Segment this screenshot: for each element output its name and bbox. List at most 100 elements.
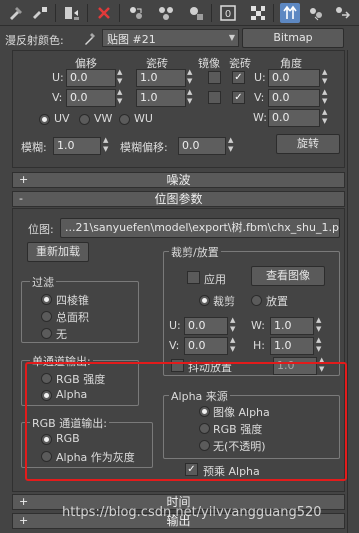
v-tile-checkbox[interactable]: ✓ bbox=[232, 91, 245, 104]
put-to-scene-icon[interactable] bbox=[30, 3, 50, 23]
crop-h-spinner[interactable] bbox=[316, 336, 325, 355]
filter-none-radio[interactable] bbox=[41, 328, 52, 339]
jitter-placement-checkbox[interactable] bbox=[171, 359, 184, 372]
alpha-image-label: 图像 Alpha bbox=[213, 406, 270, 419]
crop-h-field[interactable]: 1.0 bbox=[270, 337, 314, 355]
filter-none-label: 无 bbox=[56, 328, 67, 341]
u-angle-label: U: bbox=[254, 71, 266, 84]
rgb-output-title: RGB 通道输出: bbox=[30, 415, 109, 431]
crop-mode-radio[interactable] bbox=[199, 295, 210, 306]
jitter-placement-field[interactable]: 1.0 bbox=[273, 357, 317, 375]
noise-rollout-title: 噪波 bbox=[166, 173, 191, 187]
expand-icon: + bbox=[19, 173, 29, 186]
v-tiling-field[interactable]: 1.0 bbox=[136, 89, 186, 107]
alpha-image-radio[interactable] bbox=[199, 406, 210, 417]
u-mirror-checkbox[interactable] bbox=[208, 71, 221, 84]
v-offset-field[interactable]: 0.0 bbox=[66, 89, 116, 107]
crop-u-spinner[interactable] bbox=[230, 316, 239, 335]
map-name-value: 贴图 #21 bbox=[107, 33, 156, 46]
v-angle-label: V: bbox=[254, 91, 265, 104]
crop-w-spinner[interactable] bbox=[316, 316, 325, 335]
v-tiling-spinner[interactable] bbox=[187, 88, 196, 107]
noise-rollout-header[interactable]: + 噪波 bbox=[12, 172, 345, 188]
u-offset-field[interactable]: 0.0 bbox=[66, 69, 116, 87]
rgb-output-rgb-radio[interactable] bbox=[41, 434, 52, 445]
u-angle-spinner[interactable] bbox=[322, 68, 331, 87]
blur-offset-spinner[interactable] bbox=[228, 136, 237, 155]
v-mirror-checkbox[interactable] bbox=[208, 91, 221, 104]
mono-rgb-intensity-label: RGB 强度 bbox=[56, 373, 106, 386]
w-angle-field[interactable]: 0.0 bbox=[268, 109, 320, 127]
pick-material-icon[interactable] bbox=[6, 3, 26, 23]
panel-scrollbar[interactable] bbox=[347, 50, 359, 533]
alpha-none-opaque-radio[interactable] bbox=[199, 440, 210, 451]
v-offset-spinner[interactable] bbox=[117, 88, 126, 107]
watermark-text: https://blog.csdn.net/yilvyangguang520 bbox=[62, 505, 322, 520]
uv-radio[interactable] bbox=[39, 114, 50, 125]
rgb-output-alpha-gray-label: Alpha 作为灰度 bbox=[56, 451, 135, 464]
crop-v-spinner[interactable] bbox=[230, 336, 239, 355]
place-mode-radio[interactable] bbox=[251, 295, 262, 306]
assign-material-icon[interactable] bbox=[62, 3, 82, 23]
blur-offset-field[interactable]: 0.0 bbox=[178, 137, 226, 155]
v-angle-spinner[interactable] bbox=[322, 88, 331, 107]
blur-spinner[interactable] bbox=[103, 136, 112, 155]
eyedropper-icon[interactable] bbox=[83, 30, 97, 46]
mono-alpha-label: Alpha bbox=[56, 388, 88, 401]
mirror-header: 镜像 bbox=[198, 57, 220, 70]
tile-header: 瓷砖 bbox=[229, 57, 251, 70]
alpha-rgb-intensity-label: RGB 强度 bbox=[213, 423, 263, 436]
go-to-parent-icon[interactable] bbox=[306, 3, 326, 23]
put-to-library-icon[interactable] bbox=[186, 3, 206, 23]
blur-field[interactable]: 1.0 bbox=[53, 137, 101, 155]
alpha-source-title: Alpha 来源 bbox=[169, 388, 230, 404]
u-tiling-spinner[interactable] bbox=[187, 68, 196, 87]
u-offset-spinner[interactable] bbox=[117, 68, 126, 87]
wu-label: WU bbox=[134, 112, 153, 125]
bitmap-params-rollout-header[interactable]: - 位图参数 bbox=[12, 191, 345, 207]
show-end-result-icon[interactable] bbox=[280, 3, 300, 23]
reload-button[interactable]: 重新加载 bbox=[27, 242, 89, 262]
go-forward-sibling-icon[interactable] bbox=[332, 3, 352, 23]
vw-radio[interactable] bbox=[79, 114, 90, 125]
alpha-none-opaque-label: 无(不透明) bbox=[213, 440, 266, 453]
map-name-combo[interactable]: 贴图 #21 ▼ bbox=[102, 29, 239, 47]
filter-summed-area-radio[interactable] bbox=[41, 311, 52, 322]
mono-output-title: 单通道输出: bbox=[30, 353, 93, 369]
reset-map-icon[interactable] bbox=[94, 3, 114, 23]
mono-alpha-radio[interactable] bbox=[41, 390, 52, 401]
expand-icon: + bbox=[19, 495, 29, 508]
alpha-rgb-intensity-radio[interactable] bbox=[199, 423, 210, 434]
v-angle-field[interactable]: 0.0 bbox=[268, 89, 320, 107]
w-angle-label: W: bbox=[253, 111, 267, 124]
v-label: V: bbox=[52, 91, 63, 104]
rotate-button[interactable]: 旋转 bbox=[276, 134, 340, 154]
premultiplied-alpha-checkbox[interactable]: ✓ bbox=[185, 463, 198, 476]
crop-apply-checkbox[interactable] bbox=[187, 271, 200, 284]
u-tile-checkbox[interactable]: ✓ bbox=[232, 71, 245, 84]
map-type-button[interactable]: Bitmap bbox=[242, 28, 344, 48]
u-angle-field[interactable]: 0.0 bbox=[268, 69, 320, 87]
crop-u-field[interactable]: 0.0 bbox=[184, 317, 228, 335]
svg-text:0: 0 bbox=[225, 9, 231, 20]
crop-w-field[interactable]: 1.0 bbox=[270, 317, 314, 335]
bitmap-path-button[interactable]: ...21\sanyuefen\model\export\树.fbm\chx_s… bbox=[60, 218, 340, 238]
wu-radio[interactable] bbox=[119, 114, 130, 125]
show-shaded-icon[interactable] bbox=[248, 3, 268, 23]
rgb-output-alpha-gray-radio[interactable] bbox=[41, 451, 52, 462]
expand-icon: + bbox=[19, 514, 29, 527]
make-unique-icon[interactable] bbox=[156, 3, 176, 23]
bitmap-params-panel: 位图: ...21\sanyuefen\model\export\树.fbm\c… bbox=[12, 208, 345, 492]
view-image-button[interactable]: 查看图像 bbox=[251, 266, 325, 286]
crop-v-field[interactable]: 0.0 bbox=[184, 337, 228, 355]
collapse-icon: - bbox=[19, 192, 23, 205]
blur-offset-label: 模糊偏移: bbox=[120, 141, 168, 154]
filter-pyramidal-label: 四棱锥 bbox=[56, 294, 89, 307]
filter-pyramidal-radio[interactable] bbox=[41, 294, 52, 305]
jitter-placement-spinner[interactable] bbox=[319, 356, 328, 375]
copy-material-icon[interactable] bbox=[126, 3, 146, 23]
material-id-channel-icon[interactable]: 0 bbox=[218, 3, 238, 23]
w-angle-spinner[interactable] bbox=[322, 108, 331, 127]
mono-rgb-intensity-radio[interactable] bbox=[41, 373, 52, 384]
u-tiling-field[interactable]: 1.0 bbox=[136, 69, 186, 87]
